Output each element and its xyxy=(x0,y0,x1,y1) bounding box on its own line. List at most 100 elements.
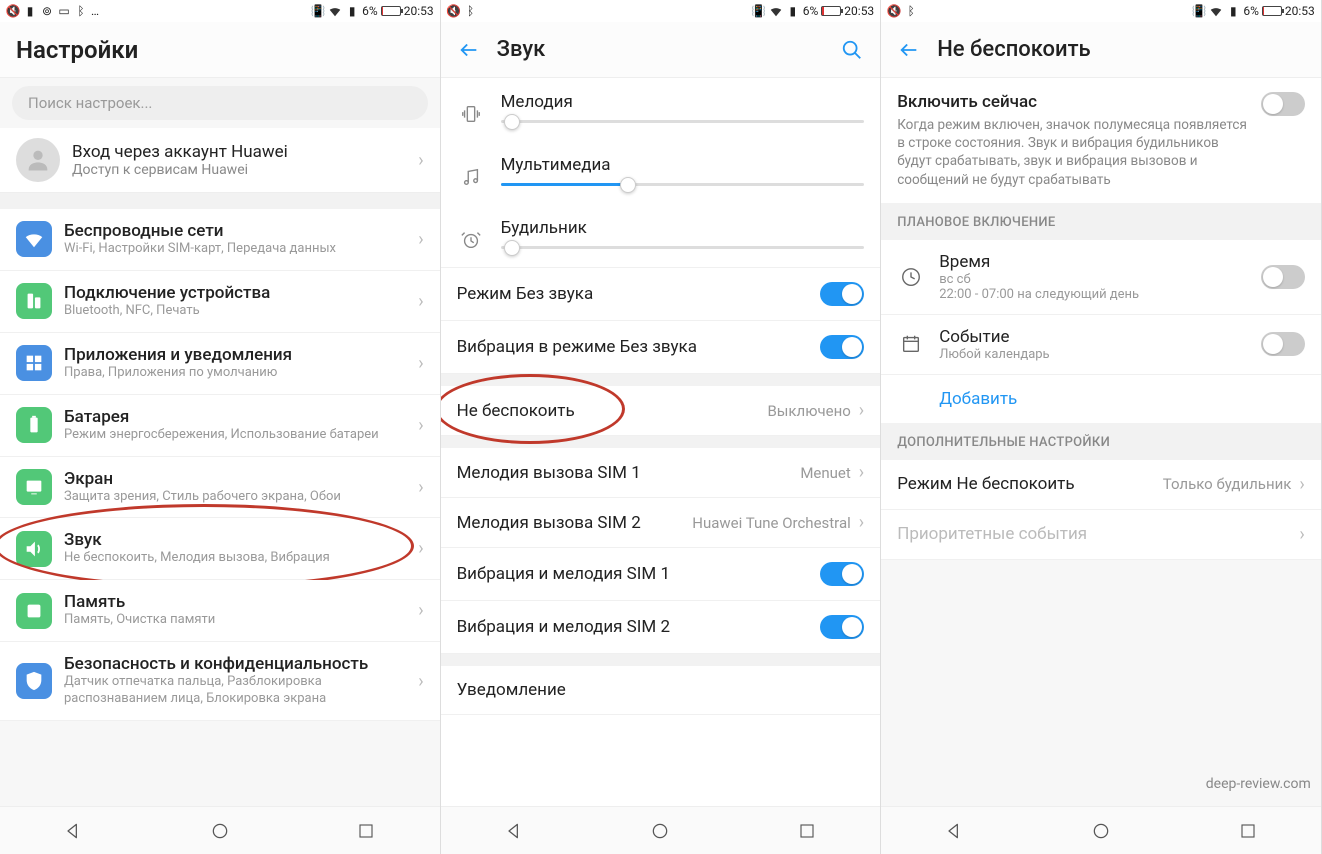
row-sub: Bluetooth, NFC, Печать xyxy=(64,303,406,320)
setting-sound[interactable]: Звук Не беспокоить, Мелодия вызова, Вибр… xyxy=(0,518,440,580)
row-title: Звук xyxy=(64,530,406,550)
calendar-icon xyxy=(897,330,925,358)
watermark: deep-review.com xyxy=(1206,776,1311,792)
screen-sound: 🔇 ᛒ 📳 ▮ 6% 20:53 Звук Мелодия xyxy=(441,0,882,854)
slider-label: Мелодия xyxy=(501,92,865,112)
toggle-vib-sim2[interactable]: Вибрация и мелодия SIM 2 xyxy=(441,601,881,654)
row-dnd-mode[interactable]: Режим Не беспокоить Только будильник › xyxy=(881,460,1321,510)
chevron-right-icon: › xyxy=(418,415,423,436)
clock: 20:53 xyxy=(844,4,874,18)
chevron-right-icon: › xyxy=(418,600,423,621)
slider-media[interactable]: Мультимедиа xyxy=(441,141,881,204)
setting-storage[interactable]: Память Память, Очистка памяти › xyxy=(0,580,440,642)
row-label: Приоритетные события xyxy=(897,524,1291,544)
bluetooth-icon: ᛒ xyxy=(74,4,88,18)
add-button[interactable]: Добавить xyxy=(881,375,1321,423)
chevron-right-icon: › xyxy=(859,512,864,533)
row-notification[interactable]: Уведомление xyxy=(441,666,881,715)
music-icon xyxy=(457,163,485,191)
battery-icon xyxy=(821,6,841,16)
toggle-switch[interactable] xyxy=(820,615,864,639)
chevron-right-icon: › xyxy=(1299,474,1304,495)
row-sim2-ringtone[interactable]: Мелодия вызова SIM 2 Huawei Tune Orchest… xyxy=(441,498,881,548)
shield-icon xyxy=(16,663,52,699)
huawei-account-row[interactable]: Вход через аккаунт Huawei Доступ к серви… xyxy=(0,128,440,193)
back-button[interactable] xyxy=(897,38,921,62)
toggle-vibrate-silent[interactable]: Вибрация в режиме Без звука xyxy=(441,321,881,374)
toggle-switch[interactable] xyxy=(820,282,864,306)
bluetooth-icon: ᛒ xyxy=(464,4,478,18)
row-sub: Любой календарь xyxy=(939,347,1247,362)
row-sub2: 22:00 - 07:00 на следующий день xyxy=(939,287,1247,302)
setting-device-connect[interactable]: Подключение устройства Bluetooth, NFC, П… xyxy=(0,271,440,333)
search-button[interactable] xyxy=(840,38,864,62)
bluetooth-icon: ᛒ xyxy=(904,4,918,18)
row-label: Мелодия вызова SIM 2 xyxy=(457,513,685,533)
nav-back[interactable] xyxy=(499,816,529,846)
nav-recent[interactable] xyxy=(792,816,822,846)
row-label: Уведомление xyxy=(457,680,865,700)
setting-wireless[interactable]: Беспроводные сети Wi-Fi, Настройки SIM-к… xyxy=(0,209,440,271)
toggle-switch[interactable] xyxy=(1261,92,1305,116)
nav-back[interactable] xyxy=(58,816,88,846)
row-title: Память xyxy=(64,592,406,612)
search-input[interactable]: Поиск настроек... xyxy=(12,86,428,120)
toggle-switch[interactable] xyxy=(820,335,864,359)
chevron-right-icon: › xyxy=(418,229,423,250)
battery-icon xyxy=(381,6,401,16)
toggle-switch[interactable] xyxy=(820,562,864,586)
row-sub: вс сб xyxy=(939,272,1247,287)
setting-apps[interactable]: Приложения и уведомления Права, Приложен… xyxy=(0,333,440,395)
row-value: Выключено xyxy=(767,402,850,420)
status-bar: 🔇 ᛒ 📳 ▮ 6% 20:53 xyxy=(441,0,881,22)
row-enable-now[interactable]: Включить сейчас Когда режим включен, зна… xyxy=(881,78,1321,203)
mute-icon: 🔇 xyxy=(447,4,461,18)
nav-bar xyxy=(881,806,1321,854)
setting-security[interactable]: Безопасность и конфиденциальность Датчик… xyxy=(0,642,440,721)
nav-home[interactable] xyxy=(645,816,675,846)
slider-label: Будильник xyxy=(501,218,865,238)
nav-recent[interactable] xyxy=(1233,816,1263,846)
youtube-icon: ▭ xyxy=(57,4,71,18)
toggle-switch[interactable] xyxy=(1261,332,1305,356)
slider-alarm[interactable]: Будильник xyxy=(441,204,881,268)
nav-home[interactable] xyxy=(205,816,235,846)
wifi-icon xyxy=(328,4,342,18)
slider-ringtone[interactable]: Мелодия xyxy=(441,78,881,141)
wifi-icon xyxy=(16,221,52,257)
setting-battery[interactable]: Батарея Режим энергосбережения, Использо… xyxy=(0,395,440,457)
spacer xyxy=(441,374,881,386)
row-label: Режим Не беспокоить xyxy=(897,474,1155,494)
nav-back[interactable] xyxy=(939,816,969,846)
nav-bar xyxy=(0,806,440,854)
section-extra: ДОПОЛНИТЕЛЬНЫЕ НАСТРОЙКИ xyxy=(881,423,1321,460)
row-dnd[interactable]: Не беспокоить Выключено › xyxy=(441,386,881,436)
back-button[interactable] xyxy=(457,38,481,62)
screen-dnd: 🔇 ᛒ 📳 ▮ 6% 20:53 Не беспокоить Включить … xyxy=(881,0,1322,854)
chevron-right-icon: › xyxy=(418,150,423,171)
viber-icon: ⊚ xyxy=(40,4,54,18)
toggle-silent[interactable]: Режим Без звука xyxy=(441,268,881,321)
device-icon xyxy=(16,283,52,319)
status-bar: 🔇 ▮ ⊚ ▭ ᛒ … 📳 ▮ 6% 20:53 xyxy=(0,0,440,22)
toggle-switch[interactable] xyxy=(1261,265,1305,289)
account-title: Вход через аккаунт Huawei xyxy=(72,142,418,162)
row-title: Включить сейчас xyxy=(897,92,1249,112)
row-sub: Режим энергосбережения, Использование ба… xyxy=(64,427,406,444)
row-time[interactable]: Время вс сб 22:00 - 07:00 на следующий д… xyxy=(881,240,1321,315)
row-sim1-ringtone[interactable]: Мелодия вызова SIM 1 Menuet › xyxy=(441,448,881,498)
section-scheduled: ПЛАНОВОЕ ВКЛЮЧЕНИЕ xyxy=(881,203,1321,240)
battery-percent: 6% xyxy=(803,4,819,18)
chevron-right-icon: › xyxy=(418,477,423,498)
spacer xyxy=(441,436,881,448)
nav-recent[interactable] xyxy=(351,816,381,846)
row-event[interactable]: Событие Любой календарь xyxy=(881,315,1321,375)
slider-label: Мультимедиа xyxy=(501,155,865,175)
row-sub: Память, Очистка памяти xyxy=(64,612,406,629)
alarm-icon xyxy=(457,226,485,254)
nav-home[interactable] xyxy=(1086,816,1116,846)
toggle-label: Вибрация и мелодия SIM 2 xyxy=(457,617,809,637)
toggle-vib-sim1[interactable]: Вибрация и мелодия SIM 1 xyxy=(441,548,881,601)
setting-display[interactable]: Экран Защита зрения, Стиль рабочего экра… xyxy=(0,457,440,519)
vibrate-icon: 📳 xyxy=(752,4,766,18)
